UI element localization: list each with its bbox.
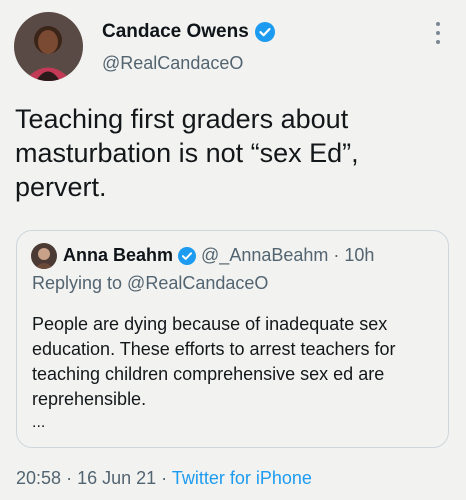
more-vertical-icon[interactable] (430, 22, 446, 44)
tweet-source[interactable]: Twitter for iPhone (172, 468, 312, 488)
meta-separator: · (161, 468, 168, 488)
tweet-text: Teaching first graders about masturbatio… (15, 104, 359, 202)
quoted-header: Anna Beahm @_AnnaBeahm · 10h (63, 242, 374, 268)
quoted-timestamp[interactable]: 10h (344, 242, 374, 268)
quoted-separator: · (333, 245, 340, 265)
tweet-time[interactable]: 20:58 (16, 468, 61, 488)
meta-separator: · (66, 468, 73, 488)
quoted-author-handle[interactable]: @_AnnaBeahm (201, 242, 328, 268)
tweet: Candace Owens @RealCandaceO Teaching fir… (0, 0, 466, 500)
author-avatar[interactable] (14, 12, 83, 81)
author-name[interactable]: Candace Owens (102, 20, 275, 44)
quoted-tweet[interactable]: Anna Beahm @_AnnaBeahm · 10h Replying to… (16, 230, 449, 448)
quoted-author-name[interactable]: Anna Beahm (63, 242, 173, 268)
quoted-text: People are dying because of inadequate s… (32, 314, 396, 409)
verified-badge-icon (254, 22, 275, 42)
tweet-meta: 20:58 · 16 Jun 21 · Twitter for iPhone (16, 466, 312, 490)
quoted-ellipsis: ... (32, 414, 46, 431)
author-name-text[interactable]: Candace Owens (102, 20, 249, 44)
quoted-author-avatar[interactable] (31, 243, 57, 269)
verified-badge-icon (178, 246, 197, 265)
author-handle[interactable]: @RealCandaceO (102, 52, 243, 74)
replying-to[interactable]: Replying to @RealCandaceO (32, 270, 268, 296)
tweet-date[interactable]: 16 Jun 21 (77, 468, 156, 488)
